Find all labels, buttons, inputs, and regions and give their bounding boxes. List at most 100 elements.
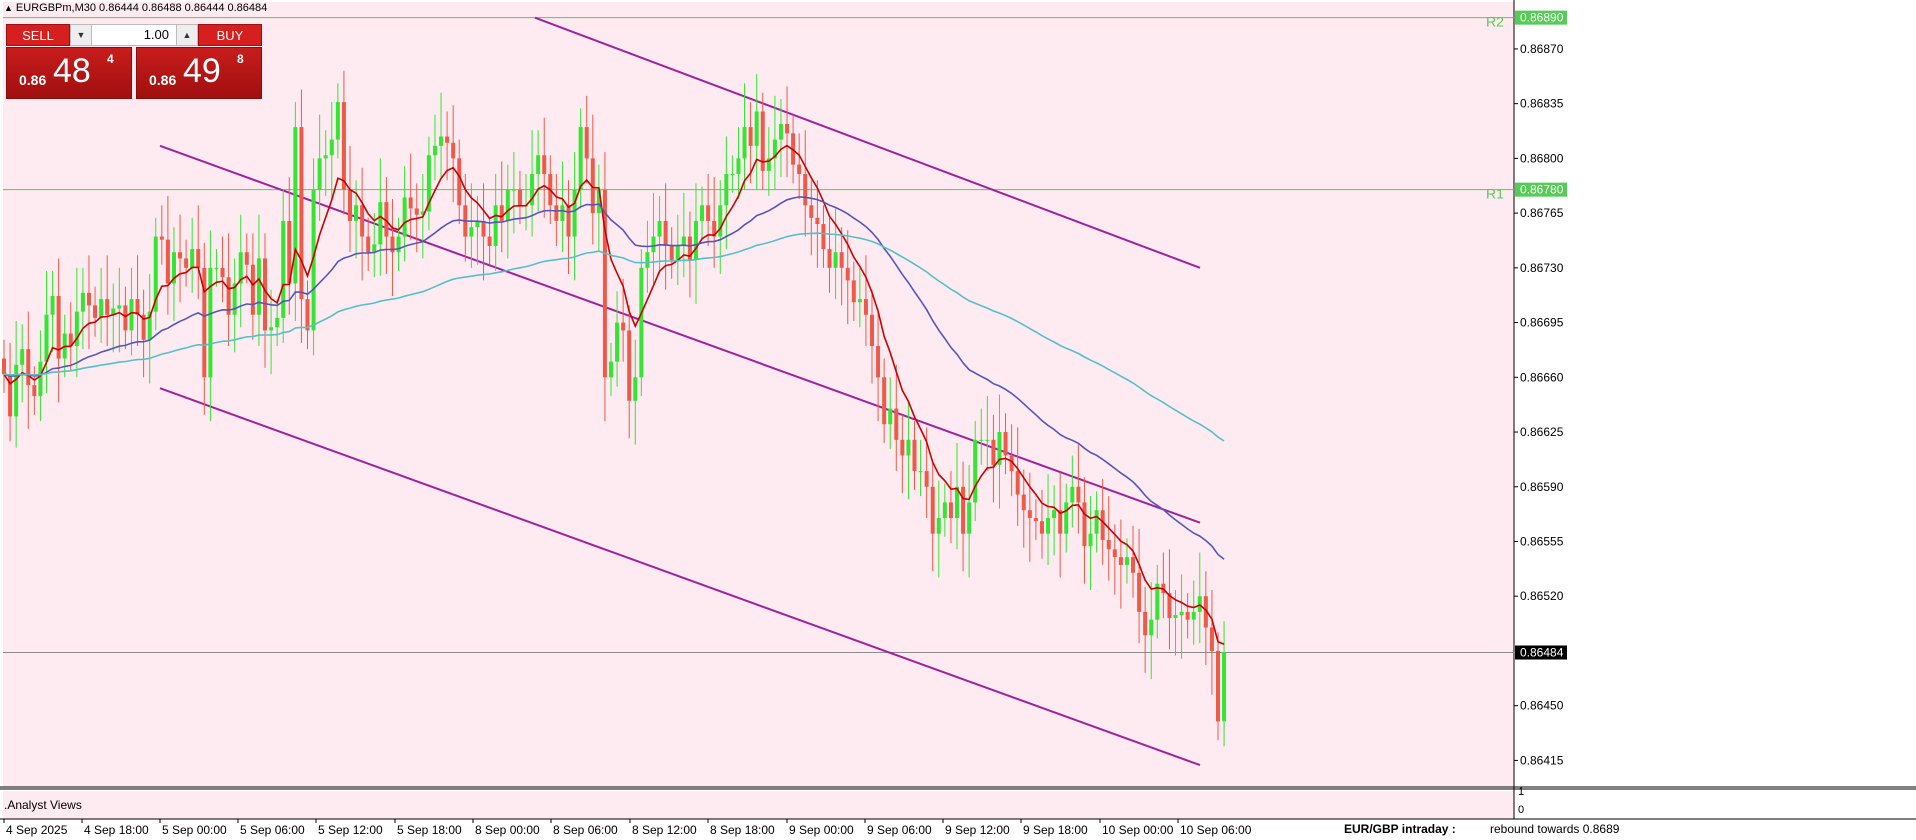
- candle-body: [396, 236, 401, 253]
- sell-quote[interactable]: 0.86 48 4: [6, 47, 132, 99]
- candle-body: [250, 264, 255, 315]
- candle-body: [967, 502, 972, 534]
- lot-size-stepper[interactable]: ▼ 1.00 ▲: [70, 24, 198, 46]
- chart-window[interactable]: R2 0.86890 R1 0.86780 0.86484 0.86870 0.86835…: [0, 0, 1916, 840]
- candle-body: [700, 205, 705, 221]
- candle-body: [936, 518, 941, 534]
- candle-body: [748, 127, 753, 146]
- candle-body: [742, 127, 747, 159]
- candle-body: [129, 299, 134, 331]
- candle-body: [991, 439, 996, 465]
- sell-price-point: 4: [107, 52, 114, 66]
- candle-body: [1106, 539, 1111, 550]
- time-tick-label: 5 Sep 06:00: [240, 823, 305, 837]
- candle-body: [1137, 572, 1142, 612]
- candle-body: [821, 224, 826, 250]
- candle-body: [560, 205, 565, 221]
- lot-size-input[interactable]: 1.00: [91, 25, 177, 45]
- candle-body: [517, 189, 522, 206]
- time-tick-label: 5 Sep 00:00: [162, 823, 227, 837]
- level-name-r1: R1: [1486, 186, 1504, 202]
- candle-body: [20, 349, 25, 365]
- candle-body: [1197, 596, 1202, 612]
- candle-body: [457, 158, 462, 206]
- candle-body: [269, 327, 274, 331]
- candle-body: [1173, 614, 1178, 619]
- candle-body: [184, 258, 189, 268]
- candle-body: [26, 349, 31, 386]
- candle-body: [675, 245, 680, 261]
- candle-body: [505, 189, 510, 221]
- candle-body: [220, 267, 225, 278]
- sell-button[interactable]: SELL: [6, 24, 70, 46]
- candle-body: [80, 292, 85, 312]
- candle-body: [736, 158, 741, 175]
- candle-body: [663, 220, 668, 246]
- time-tick-label: 9 Sep 12:00: [945, 823, 1010, 837]
- candle-body: [196, 249, 201, 268]
- candle-body: [894, 408, 899, 440]
- candle-body: [1027, 510, 1032, 519]
- candle-body: [1209, 627, 1214, 651]
- candle-body: [214, 267, 219, 269]
- candle-body: [542, 155, 547, 175]
- candle-body: [1100, 510, 1105, 540]
- candle-body: [1155, 583, 1160, 620]
- candle-body: [432, 145, 437, 156]
- price-tick-label: 0.86800: [1520, 151, 1564, 165]
- price-tick-label: 0.86835: [1520, 97, 1564, 111]
- candle-body: [924, 471, 929, 487]
- buy-quote[interactable]: 0.86 49 8: [136, 47, 262, 99]
- candle-body: [1143, 611, 1148, 636]
- chevron-down-icon[interactable]: ▼: [71, 25, 92, 45]
- candle-body: [317, 158, 322, 190]
- price-tick-label: 0.86660: [1520, 370, 1564, 384]
- candle-body: [1021, 494, 1026, 511]
- price-tick-label: 0.86520: [1520, 589, 1564, 603]
- candle-body: [190, 249, 195, 268]
- candle-body: [1131, 557, 1136, 573]
- candle-body: [372, 244, 377, 253]
- candle-body: [572, 189, 577, 237]
- chart-title-text: EURGBPm,M30 0.86444 0.86488 0.86444 0.86…: [15, 2, 268, 14]
- candle-body: [566, 205, 571, 237]
- candle-body: [584, 127, 589, 159]
- candle-body: [651, 236, 656, 253]
- time-tick-label: 10 Sep 00:00: [1102, 823, 1174, 837]
- candle-body: [961, 486, 966, 534]
- candle-body: [857, 299, 862, 303]
- candle-body: [621, 322, 626, 331]
- candle-body: [882, 377, 887, 425]
- candle-body: [360, 205, 365, 237]
- candle-body: [159, 236, 164, 240]
- candle-body: [942, 502, 947, 519]
- candle-body: [888, 408, 893, 425]
- buy-button[interactable]: BUY: [198, 24, 262, 46]
- chevron-up-icon[interactable]: ▲: [176, 25, 197, 45]
- subwindow-title: .Analyst Views: [4, 798, 82, 812]
- candle-body: [1082, 502, 1087, 547]
- candle-body: [1216, 650, 1220, 722]
- candle-body: [86, 292, 91, 306]
- candle-body: [281, 220, 286, 318]
- candle-body: [1039, 521, 1044, 534]
- candle-body: [487, 236, 492, 246]
- time-tick-label: 4 Sep 2025: [6, 823, 68, 837]
- candle-body: [948, 502, 953, 519]
- candle-body: [117, 305, 122, 309]
- time-tick-label: 9 Sep 06:00: [867, 823, 932, 837]
- candle-body: [554, 205, 559, 221]
- subwindow-background: [3, 791, 1514, 819]
- time-tick-label: 8 Sep 00:00: [475, 823, 540, 837]
- price-chart[interactable]: R2 0.86890R1 0.867800.86484 0.868700.86835…: [0, 0, 1916, 840]
- candle-body: [335, 102, 340, 140]
- candle-body: [99, 299, 104, 318]
- candle-body: [208, 267, 213, 378]
- price-tick-label: 0.86555: [1520, 534, 1564, 548]
- candle-body: [1191, 611, 1196, 620]
- candle-body: [657, 220, 662, 237]
- candle-body: [863, 299, 868, 315]
- candle-body: [275, 317, 280, 328]
- candle-body: [439, 136, 444, 146]
- sell-price-prefix: 0.86: [19, 72, 47, 88]
